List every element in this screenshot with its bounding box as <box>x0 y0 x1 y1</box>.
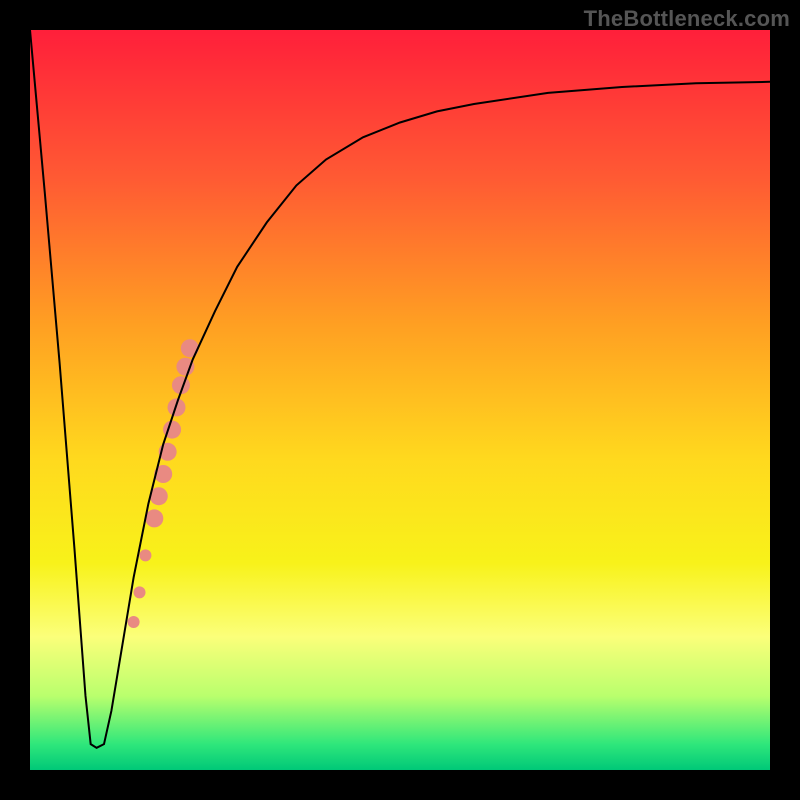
marker-dot <box>128 616 140 628</box>
gradient-background <box>30 30 770 770</box>
chart-frame: TheBottleneck.com <box>0 0 800 800</box>
marker-dot <box>181 339 199 357</box>
marker-dot <box>139 549 151 561</box>
chart-svg <box>30 30 770 770</box>
watermark-text: TheBottleneck.com <box>584 6 790 32</box>
marker-dot <box>134 586 146 598</box>
plot-area <box>30 30 770 770</box>
marker-dot <box>145 509 163 527</box>
